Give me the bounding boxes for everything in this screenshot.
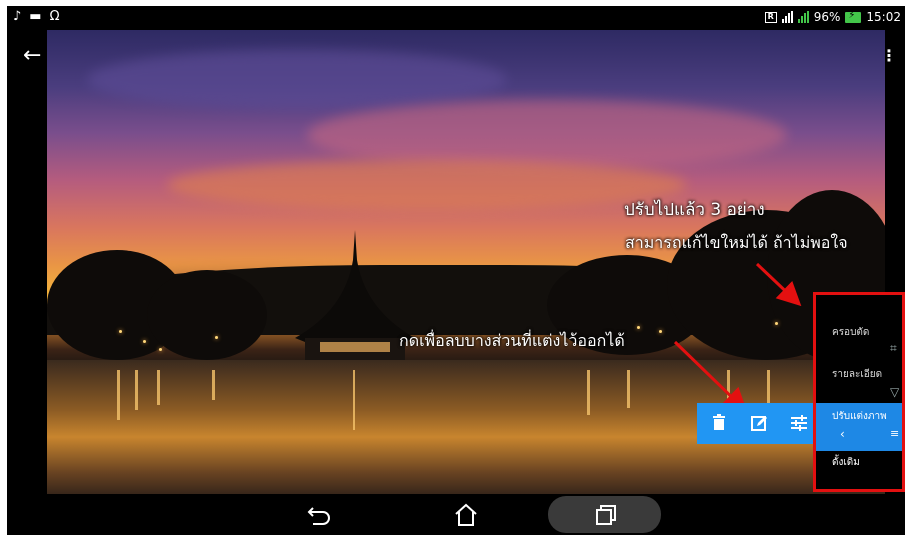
- tune-icon[interactable]: [789, 413, 809, 433]
- arrow-to-panel: [755, 262, 802, 307]
- panel-item-original[interactable]: ดั้งเดิม: [816, 455, 902, 475]
- device-screen: ♪ ▬ Ω R 96% 15:02: [7, 6, 905, 535]
- edit-toolbar: [697, 403, 821, 444]
- panel-item-crop[interactable]: ครอบตัด ⌗: [816, 325, 902, 365]
- home-icon[interactable]: [452, 502, 480, 528]
- panel-item-label: ปรับแต่งภาพ: [832, 411, 887, 422]
- panel-item-adjust[interactable]: ปรับแต่งภาพ ‹ ≡: [816, 403, 902, 451]
- triangle-down-icon: ▽: [890, 385, 900, 399]
- recent-apps-icon[interactable]: [591, 502, 619, 528]
- crop-icon: ⌗: [890, 341, 897, 355]
- panel-item-label: รายละเอียด: [832, 369, 883, 380]
- edit-history-panel: ครอบตัด ⌗ รายละเอียด ▽ ปรับแต่งภาพ ‹ ≡ ด…: [813, 292, 905, 492]
- panel-item-label: ครอบตัด: [832, 327, 870, 338]
- panel-item-details[interactable]: รายละเอียด ▽: [816, 367, 902, 401]
- annotation-arrows: [673, 262, 802, 413]
- arrow-to-toolbar: [673, 340, 748, 413]
- navigation-bar: [7, 494, 905, 535]
- delete-icon[interactable]: [709, 413, 729, 433]
- edit-icon[interactable]: [749, 413, 769, 433]
- chevron-left-icon: ‹: [840, 427, 845, 441]
- screenshot-frame: ♪ ▬ Ω R 96% 15:02: [0, 0, 905, 535]
- tune-icon: ≡: [890, 427, 900, 440]
- panel-item-label: ดั้งเดิม: [832, 457, 860, 468]
- back-nav-icon[interactable]: [305, 502, 333, 528]
